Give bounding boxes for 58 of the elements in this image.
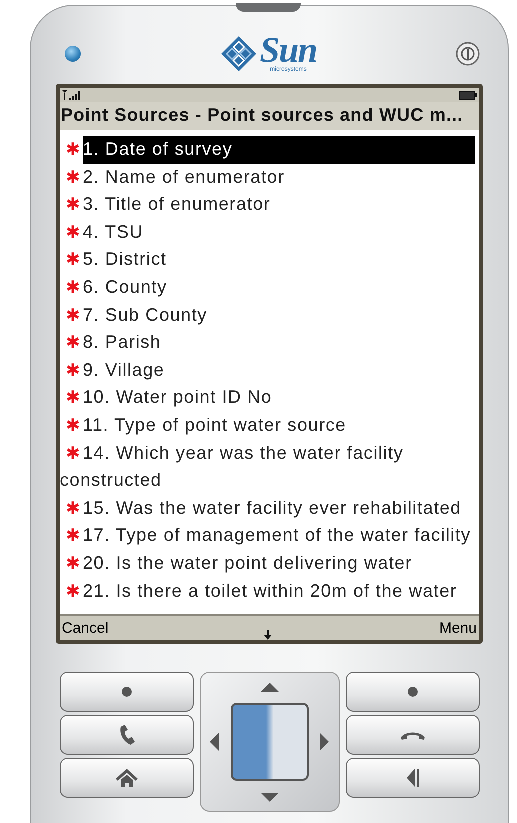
form-item[interactable]: ✱ 7. Sub County [60,302,475,330]
call-button[interactable] [60,715,194,755]
form-item[interactable]: ✱ 3. Title of enumerator [60,191,475,219]
menu-softkey[interactable]: Menu [439,620,477,636]
home-icon [116,769,138,787]
home-button[interactable] [60,758,194,798]
form-item[interactable]: ✱ 5. District [60,246,475,274]
dot-icon [122,687,132,697]
power-icon[interactable] [456,42,480,66]
end-call-button[interactable] [346,715,480,755]
brand-logo: Sun [260,33,318,67]
left-arrow-icon [210,733,219,751]
required-mark: ✱ [66,442,80,465]
phone-icon [118,725,134,745]
required-mark: ✱ [66,249,80,272]
hang-up-icon [400,730,424,740]
indicator-light [65,46,81,62]
required-mark: ✱ [66,166,80,189]
required-mark: ✱ [66,139,80,161]
select-key[interactable] [230,703,308,781]
battery-icon [459,90,477,100]
navigation-pad[interactable] [200,672,340,812]
form-item[interactable]: ✱ 11. Type of point water source [60,412,475,440]
form-item[interactable]: ✱ 17. Type of management of the water facility [60,522,475,550]
form-item[interactable]: ✱ 4. TSU [60,218,475,246]
screen-title: Point Sources - Point sources and WUC m... [60,102,479,130]
required-mark: ✱ [66,552,80,575]
down-arrow-icon [260,792,278,802]
speaker-slot [236,3,301,12]
form-item[interactable]: ✱ 8. Parish [60,329,475,357]
required-mark: ✱ [66,194,80,216]
required-mark: ✱ [66,360,80,382]
form-item[interactable]: ✱ 6. County [60,274,475,302]
form-item[interactable]: ✱ 10. Water point ID No [60,384,475,412]
back-button[interactable] [346,758,480,798]
required-mark: ✱ [66,525,80,548]
required-mark: ✱ [66,498,80,520]
required-mark: ✱ [66,304,80,327]
form-item[interactable]: ✱ 15. Was the water facility ever rehabilitated [60,494,475,522]
up-arrow-icon [260,682,278,692]
cancel-softkey[interactable]: Cancel [62,620,109,636]
form-item[interactable]: ✱ 2. Name of enumerator [60,164,475,192]
scroll-down-icon [263,630,273,640]
form-item[interactable]: ✱ 20. Is the water point delivering water [60,550,475,578]
right-arrow-icon [320,733,329,751]
required-mark: ✱ [66,580,80,602]
form-item[interactable]: ✱ 14. Which year was the water facility constructed [60,440,475,495]
back-icon [406,769,418,787]
form-item[interactable]: ✱ 9. Village [60,356,475,384]
dot-icon [408,687,418,697]
form-item[interactable]: ✱ 21. Is there a toilet within 20m of the water [60,578,475,606]
required-mark: ✱ [66,276,80,299]
required-mark: ✱ [66,414,80,437]
left-soft-button[interactable] [60,672,194,712]
right-soft-button[interactable] [346,672,480,712]
required-mark: ✱ [66,387,80,410]
required-mark: ✱ [66,332,80,354]
required-mark: ✱ [66,222,80,244]
